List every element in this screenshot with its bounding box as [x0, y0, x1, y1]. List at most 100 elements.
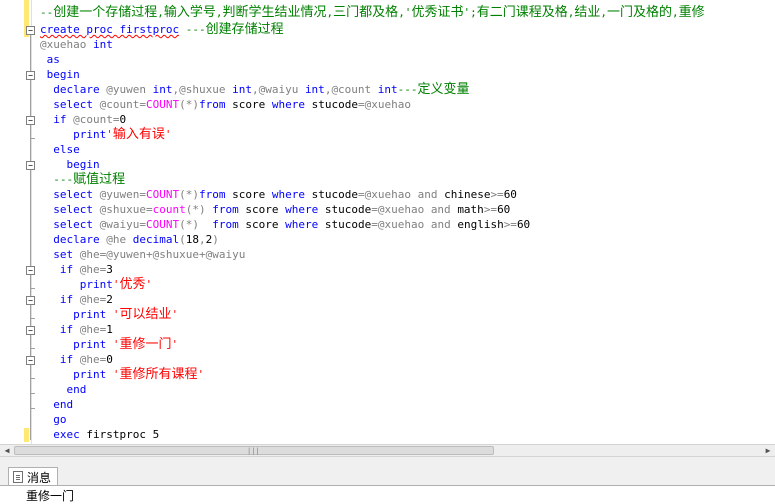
code-token: 5: [152, 428, 160, 441]
code-token: =: [371, 218, 378, 231]
fold-toggle-icon[interactable]: −: [26, 266, 35, 275]
query-editor[interactable]: − − − − − − − − --创建一个存储过程,输入学号,判断学生结业情况…: [0, 0, 775, 444]
code-token: and: [430, 218, 458, 231]
code-line: go: [40, 412, 67, 427]
code-line: print'输入有误': [40, 127, 172, 142]
fold-toggle-icon[interactable]: −: [26, 71, 35, 80]
code-token: ---定义变量: [397, 82, 470, 97]
fold-end-marker: [30, 318, 35, 319]
code-token: @he: [79, 248, 100, 261]
fold-end-marker: [30, 348, 35, 349]
code-token: @shuxue: [152, 248, 199, 261]
fold-toggle-icon[interactable]: −: [26, 116, 35, 125]
code-line: print '重修一门': [40, 337, 178, 352]
code-token: chinese: [444, 188, 491, 201]
code-token: exec: [40, 428, 87, 441]
fold-toggle-icon[interactable]: −: [26, 326, 35, 335]
code-token: 18: [185, 233, 199, 246]
code-token: from: [198, 98, 233, 111]
code-token: @waiyu: [205, 248, 246, 261]
code-token: if: [40, 263, 80, 276]
code-token: select: [40, 98, 100, 111]
code-token: '优秀': [112, 277, 153, 292]
code-token: print: [40, 338, 113, 351]
code-line: if @count=0: [40, 112, 126, 127]
fold-end-marker: [30, 138, 35, 139]
editor-gutter: − − − − − − − −: [0, 0, 36, 444]
code-token: @waiyu: [258, 83, 305, 96]
code-token: stucode: [324, 218, 372, 231]
scrollbar-thumb[interactable]: |||: [14, 446, 494, 455]
code-line: print '可以结业': [40, 307, 178, 322]
code-token: math: [457, 203, 484, 216]
code-token: @count: [331, 83, 378, 96]
code-token: from: [212, 218, 246, 231]
code-token: as: [40, 53, 60, 66]
code-line: ---赋值过程: [40, 172, 125, 187]
code-line: create proc firstproc ---创建存储过程: [40, 22, 284, 37]
code-token: print: [40, 308, 113, 321]
code-token: @he: [79, 293, 100, 306]
code-token: (*): [179, 218, 213, 231]
code-line: if @he=3: [40, 262, 113, 277]
code-token: '重修所有课程': [112, 367, 205, 382]
code-token: @yuwen: [106, 248, 146, 261]
code-token: english: [457, 218, 504, 231]
code-token: ,: [251, 83, 259, 96]
code-token: ): [212, 233, 219, 246]
code-token: =: [357, 188, 365, 201]
code-token: @shuxue: [179, 83, 233, 96]
code-token: set: [40, 248, 80, 261]
scrollbar-grip-icon: |||: [247, 447, 260, 455]
code-token: @count: [99, 98, 140, 111]
code-token: >=: [483, 203, 498, 216]
code-token: @waiyu: [99, 218, 140, 231]
code-token: int: [152, 83, 173, 96]
code-token: int: [232, 83, 252, 96]
code-token: '输入有误': [106, 127, 172, 142]
code-token: if: [40, 323, 80, 336]
message-icon: [13, 471, 23, 483]
code-token: @xuehao: [40, 38, 93, 51]
code-token: (*): [185, 203, 213, 216]
horizontal-scrollbar[interactable]: ◀ ||| ▶: [0, 444, 775, 457]
code-token: where: [285, 218, 325, 231]
code-line: select @count=COUNT(*)from score where s…: [40, 97, 411, 112]
messages-output[interactable]: 重修一门: [0, 485, 775, 504]
code-token: else: [40, 143, 80, 156]
tab-messages[interactable]: 消息: [8, 467, 59, 486]
code-token: go: [40, 413, 67, 426]
code-token: @xuehao: [364, 98, 411, 111]
code-token: print: [40, 368, 113, 381]
code-token: =: [139, 218, 146, 231]
fold-guide: [30, 35, 31, 440]
code-token: 0: [106, 353, 113, 366]
code-token: score: [245, 218, 286, 231]
message-text: 重修一门: [26, 489, 75, 503]
code-token: from: [198, 188, 233, 201]
fold-toggle-icon[interactable]: −: [26, 296, 35, 305]
code-token: int: [92, 38, 113, 51]
code-token: count: [152, 203, 186, 216]
code-token: if: [40, 353, 80, 366]
code-token: =: [145, 203, 153, 216]
fold-toggle-icon[interactable]: −: [26, 356, 35, 365]
code-line: end: [40, 397, 73, 412]
code-token: from: [212, 203, 246, 216]
code-token: >=: [503, 218, 517, 231]
code-token: '重修一门': [112, 337, 179, 352]
code-token: if: [40, 293, 80, 306]
code-token: stucode: [311, 98, 358, 111]
code-token: and: [430, 203, 458, 216]
code-line: end: [40, 382, 86, 397]
code-line: select @yuwen=COUNT(*)from score where s…: [40, 187, 517, 202]
code-token: =: [371, 203, 378, 216]
fold-toggle-icon[interactable]: −: [26, 26, 35, 35]
code-line: begin: [40, 157, 99, 172]
scroll-right-icon[interactable]: ▶: [762, 445, 774, 456]
code-line: as: [40, 52, 60, 67]
scroll-left-icon[interactable]: ◀: [1, 445, 13, 456]
fold-toggle-icon[interactable]: −: [26, 161, 35, 170]
code-token: where: [271, 98, 312, 111]
code-token: 1: [106, 323, 113, 336]
